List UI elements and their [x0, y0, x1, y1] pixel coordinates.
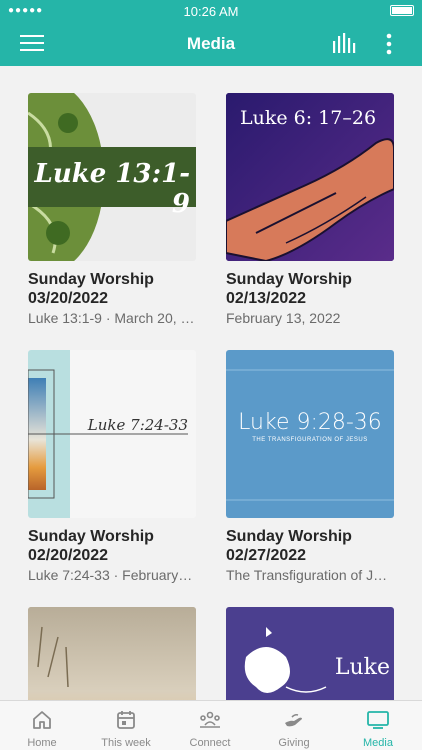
field-artwork [28, 607, 196, 700]
status-time: 10:26 AM [183, 4, 239, 19]
people-icon [200, 711, 220, 728]
tab-bar: Home This week Connect Giving Media [0, 700, 422, 750]
artwork-text: Luke [334, 655, 390, 680]
battery-icon [390, 5, 414, 16]
tab-giving[interactable]: Giving [252, 701, 336, 750]
media-thumbnail[interactable]: Luke 7:24-33 [28, 350, 196, 518]
media-thumbnail[interactable]: Luke 6: 17–26 [226, 93, 394, 261]
audio-bars-icon[interactable] [332, 33, 356, 53]
media-title-line1: Sunday Worship [28, 271, 154, 288]
giving-hand-icon [285, 713, 302, 727]
media-title-line1: Sunday Worship [226, 528, 352, 545]
media-card[interactable] [28, 607, 196, 700]
app-header: Media [0, 22, 422, 66]
artwork-text: Luke 6: 17–26 [240, 107, 377, 129]
media-title-line1: Sunday Worship [28, 528, 154, 545]
artwork-subtext: THE TRANSFIGURATION OF JESUS [252, 437, 368, 443]
media-subtitle: The Transfiguration of Jesus [226, 567, 394, 583]
media-thumbnail[interactable]: Luke 9:28-36 THE TRANSFIGURATION OF JESU… [226, 350, 394, 518]
artwork-text: Luke 9:28-36 [238, 410, 382, 435]
media-card[interactable]: Luke 13:1-9 Sunday Worship 03/20/2022 Lu… [28, 93, 196, 326]
media-title-line2: 02/20/2022 [28, 547, 109, 564]
tab-label: Media [363, 737, 393, 749]
sunset-artwork [28, 350, 188, 518]
artwork-text: Luke 7:24-33 [87, 416, 188, 434]
media-title-line2: 02/13/2022 [226, 290, 307, 307]
status-bar: ●●●●● 10:26 AM [0, 0, 422, 22]
media-title-line1: Sunday Worship [226, 271, 352, 288]
media-grid: Luke 13:1-9 Sunday Worship 03/20/2022 Lu… [0, 66, 422, 700]
tab-media[interactable]: Media [336, 701, 420, 750]
tab-this-week[interactable]: This week [84, 701, 168, 750]
figure-artwork [244, 627, 327, 693]
media-card[interactable]: Luke 6: 17–26 Sunday Worship 02/13/2022 … [226, 93, 394, 326]
tab-label: Giving [278, 737, 310, 749]
page-title: Media [186, 34, 236, 53]
media-subtitle: Luke 13:1-9 · March 20, 2022 [28, 310, 196, 326]
tab-home[interactable]: Home [0, 701, 84, 750]
media-thumbnail[interactable]: Luke 13:1-9 [28, 93, 196, 261]
media-thumbnail[interactable] [28, 607, 196, 700]
more-options-icon[interactable] [380, 32, 398, 56]
media-title-line2: 02/27/2022 [226, 547, 307, 564]
tab-label: This week [101, 737, 151, 749]
tv-icon [367, 711, 389, 729]
tab-connect[interactable]: Connect [168, 701, 252, 750]
media-subtitle: February 13, 2022 [226, 310, 341, 326]
calendar-icon [117, 711, 135, 729]
tab-label: Home [27, 737, 57, 749]
tab-label: Connect [189, 737, 231, 749]
media-title-line2: 03/20/2022 [28, 290, 109, 307]
artwork-text: Luke 13:1-9 [34, 159, 190, 219]
media-card[interactable]: Luke 7:24-33 Sunday Worship 02/20/2022 L… [28, 350, 196, 583]
media-subtitle: Luke 7:24-33 · February 20, 2022 [28, 567, 196, 583]
media-card[interactable]: Luke 9:28-36 THE TRANSFIGURATION OF JESU… [226, 350, 394, 583]
media-card[interactable]: Luke [226, 607, 394, 700]
home-icon [33, 711, 51, 729]
media-thumbnail[interactable]: Luke [226, 607, 394, 700]
